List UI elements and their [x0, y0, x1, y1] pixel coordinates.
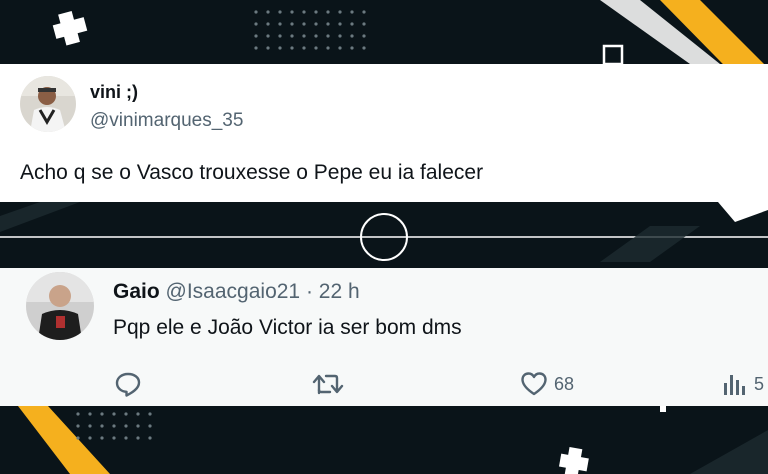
like-count: 68: [554, 373, 575, 394]
avatar-photo: [26, 272, 94, 340]
views-count: 5: [754, 373, 765, 394]
reply-button[interactable]: [114, 371, 142, 397]
reply-text: Pqp ele e João Victor ia ser bom dms: [113, 316, 462, 339]
reply-icon: [115, 372, 141, 397]
views-button[interactable]: 5: [722, 371, 764, 397]
avatar[interactable]: [20, 76, 76, 132]
tweet-text: Acho q se o Vasco trouxesse o Pepe eu ia…: [20, 161, 484, 184]
heart-icon: [521, 372, 547, 396]
retweet-button[interactable]: [312, 371, 344, 397]
like-button[interactable]: 68: [520, 371, 574, 397]
avatar-photo: [20, 76, 76, 132]
reply-separator: ·: [305, 280, 313, 303]
reply-handle[interactable]: @Isaacgaio21: [166, 280, 301, 303]
avatar[interactable]: [26, 272, 94, 340]
retweet-icon: [312, 374, 344, 395]
reply-display-name[interactable]: Gaio: [113, 280, 160, 303]
tweet-display-name[interactable]: vini ;): [90, 82, 138, 103]
views-icon: [724, 375, 745, 395]
reply-header: Gaio @Isaacgaio21 · 22 h: [113, 280, 360, 304]
reply-timestamp[interactable]: 22 h: [319, 280, 360, 303]
tweet-handle[interactable]: @vinimarques_35: [90, 110, 243, 132]
